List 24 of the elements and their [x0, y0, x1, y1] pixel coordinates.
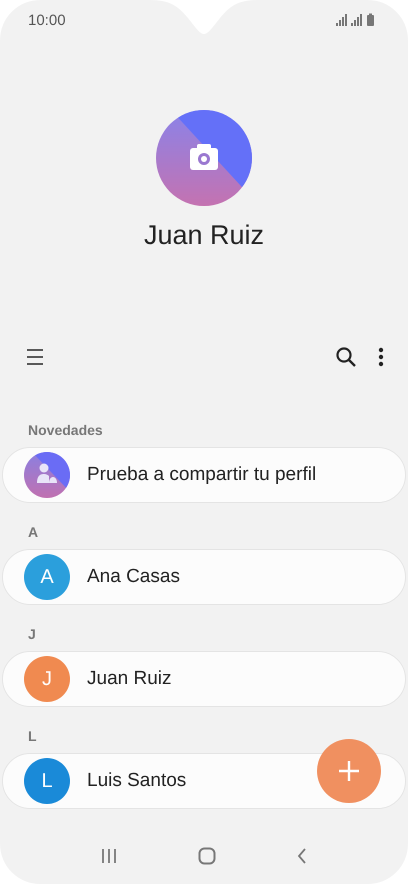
contact-card[interactable]: A Ana Casas: [2, 549, 406, 605]
share-profile-card[interactable]: Prueba a compartir tu perfil: [2, 447, 406, 503]
contact-name: Luis Santos: [87, 770, 186, 792]
profile-name: Juan Ruiz: [144, 219, 264, 252]
section-header: A: [28, 523, 40, 542]
contact-name: Ana Casas: [87, 566, 180, 588]
back-icon[interactable]: [297, 848, 308, 864]
profile-share-icon: [24, 452, 70, 498]
search-icon[interactable]: [336, 347, 356, 367]
plus-icon: [339, 761, 359, 781]
status-time: 10:00: [28, 12, 66, 28]
section-header: Novedades: [28, 421, 104, 440]
section-header: J: [28, 625, 37, 644]
home-icon[interactable]: [198, 847, 216, 865]
more-options-icon[interactable]: [378, 347, 384, 367]
contact-card[interactable]: J Juan Ruiz: [2, 651, 406, 707]
contact-avatar: A: [24, 554, 70, 600]
recent-apps-icon[interactable]: [100, 848, 117, 864]
section-header: L: [28, 727, 38, 746]
contact-avatar: L: [24, 758, 70, 804]
contact-name: Juan Ruiz: [87, 668, 172, 690]
menu-icon[interactable]: [26, 348, 44, 366]
contact-avatar: J: [24, 656, 70, 702]
card-text: Prueba a compartir tu perfil: [87, 464, 316, 486]
